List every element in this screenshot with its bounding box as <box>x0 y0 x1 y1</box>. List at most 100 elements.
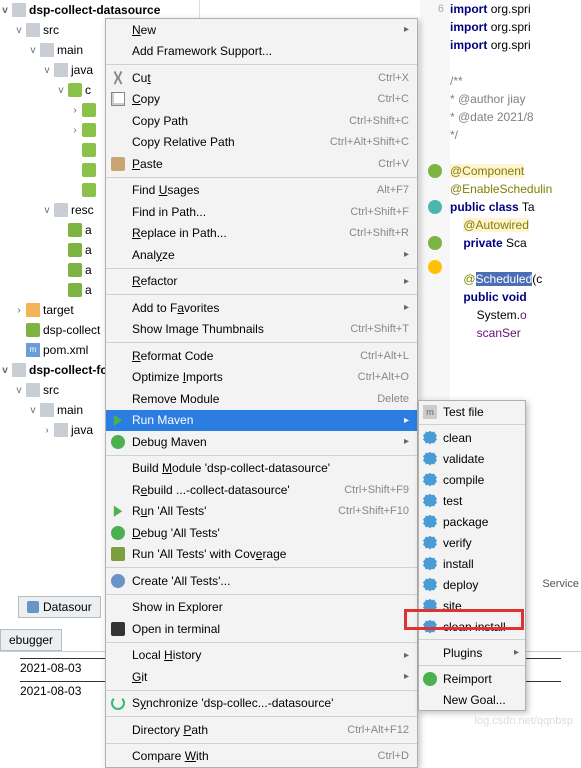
menu-label: Reformat Code <box>132 349 360 363</box>
chevron-right-icon: ▸ <box>404 24 409 35</box>
folder-icon <box>26 383 40 397</box>
menu-item-show-in-explorer[interactable]: Show in Explorer <box>106 597 417 619</box>
cov-icon <box>111 547 125 561</box>
submenu-plugins[interactable]: Plugins ▸ <box>419 642 525 663</box>
menu-item-add-framework-support[interactable]: Add Framework Support... <box>106 41 417 63</box>
menu-label: Debug Maven <box>132 435 396 449</box>
chevron-right-icon: ▸ <box>404 302 409 313</box>
menu-item-remove-module[interactable]: Remove ModuleDelete <box>106 388 417 410</box>
menu-item-open-in-terminal[interactable]: Open in terminal <box>106 618 417 640</box>
menu-item-rebuild-collect-datasource[interactable]: Rebuild ...-collect-datasource'Ctrl+Shif… <box>106 479 417 501</box>
chevron-down-icon: v <box>0 365 10 376</box>
folder-icon <box>54 203 68 217</box>
datasource-icon <box>27 601 39 613</box>
submenu-reimport[interactable]: Reimport <box>419 668 525 689</box>
menu-item-synchronize-dsp-collec-datasource[interactable]: Synchronize 'dsp-collec...-datasource' <box>106 693 417 715</box>
maven-goal-test[interactable]: test <box>419 490 525 511</box>
menu-shortcut: Ctrl+Alt+L <box>360 350 409 362</box>
menu-item-find-usages[interactable]: Find UsagesAlt+F7 <box>106 180 417 202</box>
menu-item-copy-path[interactable]: Copy PathCtrl+Shift+C <box>106 110 417 132</box>
menu-shortcut: Alt+F7 <box>377 184 409 196</box>
menu-item-replace-in-path[interactable]: Replace in Path...Ctrl+Shift+R <box>106 223 417 245</box>
menu-item-optimize-imports[interactable]: Optimize ImportsCtrl+Alt+O <box>106 367 417 389</box>
maven-goal-install[interactable]: install <box>419 553 525 574</box>
bulb-icon[interactable] <box>428 260 442 274</box>
gear-icon <box>423 557 437 571</box>
menu-shortcut: Ctrl+Alt+F12 <box>347 724 409 736</box>
maven-goal-verify[interactable]: verify <box>419 532 525 553</box>
menu-item-local-history[interactable]: Local History ▸ <box>106 645 417 667</box>
line-number: 6 <box>420 0 450 18</box>
chevron-icon: v <box>28 45 38 56</box>
menu-item-cut[interactable]: CutCtrl+X <box>106 67 417 89</box>
menu-label: Refactor <box>132 274 396 288</box>
menu-item-debug-all-tests[interactable]: Debug 'All Tests' <box>106 522 417 544</box>
tree-root[interactable]: v dsp-collect-datasource <box>0 0 199 20</box>
menu-item-debug-maven[interactable]: Debug Maven▸ <box>106 431 417 453</box>
menu-label: Analyze <box>132 248 396 262</box>
menu-shortcut: Ctrl+Shift+F <box>350 206 409 218</box>
menu-item-paste[interactable]: PasteCtrl+V <box>106 153 417 175</box>
menu-label: Find Usages <box>132 183 377 197</box>
chevron-icon: › <box>70 105 80 116</box>
menu-item-reformat-code[interactable]: Reformat CodeCtrl+Alt+L <box>106 345 417 367</box>
maven-goal-clean[interactable]: clean <box>419 427 525 448</box>
menu-shortcut: Ctrl+Shift+R <box>349 227 409 239</box>
menu-item-analyze[interactable]: Analyze▸ <box>106 244 417 266</box>
goal-label: package <box>443 515 488 529</box>
menu-item-build-module-dsp-collect-datasource[interactable]: Build Module 'dsp-collect-datasource' <box>106 458 417 480</box>
submenu-new-goal[interactable]: New Goal... <box>419 689 525 710</box>
maven-goal-package[interactable]: package <box>419 511 525 532</box>
menu-shortcut: Ctrl+Shift+T <box>350 323 409 335</box>
tab-debugger[interactable]: ebugger <box>0 629 62 651</box>
gear-icon <box>423 452 437 466</box>
module-icon <box>12 363 26 377</box>
menu-item-run-all-tests-with-coverage[interactable]: Run 'All Tests' with Coverage <box>106 544 417 566</box>
chevron-right-icon: › <box>14 305 24 316</box>
menu-label: Synchronize 'dsp-collec...-datasource' <box>132 696 409 710</box>
menu-shortcut: Ctrl+Alt+Shift+C <box>330 136 409 148</box>
tree-label: pom.xml <box>43 343 88 357</box>
menu-item-copy[interactable]: CopyCtrl+C <box>106 89 417 111</box>
tree-label: resc <box>71 203 94 217</box>
editor-tab-service[interactable]: Service <box>542 578 579 590</box>
maven-goal-validate[interactable]: validate <box>419 448 525 469</box>
watermark: log.csdn.net/qqnbsp <box>475 715 573 727</box>
copy-icon <box>111 92 125 106</box>
menu-item-find-in-path[interactable]: Find in Path...Ctrl+Shift+F <box>106 201 417 223</box>
maven-goal-deploy[interactable]: deploy <box>419 574 525 595</box>
menu-label: Local History <box>132 648 396 662</box>
run-icon <box>111 504 125 518</box>
maven-goal-site[interactable]: site <box>419 595 525 616</box>
gutter-icon[interactable] <box>428 236 442 250</box>
menu-label: Add Framework Support... <box>132 44 409 58</box>
goal-label: site <box>443 599 462 613</box>
maven-goal-compile[interactable]: compile <box>419 469 525 490</box>
menu-label: Debug 'All Tests' <box>132 526 409 540</box>
tree-label: java <box>71 63 93 77</box>
menu-item-git[interactable]: Git▸ <box>106 666 417 688</box>
gutter-icon[interactable] <box>428 164 442 178</box>
tab-datasource[interactable]: Datasour <box>18 596 101 618</box>
menu-item-compare-with[interactable]: Compare WithCtrl+D <box>106 746 417 768</box>
menu-item-create-all-tests[interactable]: Create 'All Tests'... <box>106 570 417 592</box>
menu-item-copy-relative-path[interactable]: Copy Relative PathCtrl+Alt+Shift+C <box>106 132 417 154</box>
pkg-icon <box>68 83 82 97</box>
submenu-test-file[interactable]: m Test file <box>419 401 525 422</box>
menu-item-directory-path[interactable]: Directory PathCtrl+Alt+F12 <box>106 719 417 741</box>
menu-item-add-to-favorites[interactable]: Add to Favorites▸ <box>106 297 417 319</box>
goal-label: deploy <box>443 578 478 592</box>
menu-item-new[interactable]: New▸ <box>106 19 417 41</box>
run-icon <box>111 413 125 427</box>
pkg-icon <box>82 183 96 197</box>
chevron-right-icon: ▸ <box>404 650 409 661</box>
menu-item-show-image-thumbnails[interactable]: Show Image ThumbnailsCtrl+Shift+T <box>106 319 417 341</box>
maven-submenu: m Test file cleanvalidatecompiletest pack… <box>418 400 526 711</box>
menu-item-refactor[interactable]: Refactor▸ <box>106 271 417 293</box>
menu-item-run-all-tests[interactable]: Run 'All Tests'Ctrl+Shift+F10 <box>106 501 417 523</box>
gutter-icon[interactable] <box>428 200 442 214</box>
menu-label: Cut <box>132 71 378 85</box>
maven-goal-clean-install[interactable]: clean install <box>419 616 525 637</box>
menu-label: Rebuild ...-collect-datasource' <box>132 483 344 497</box>
menu-item-run-maven[interactable]: Run Maven▸ <box>106 410 417 432</box>
